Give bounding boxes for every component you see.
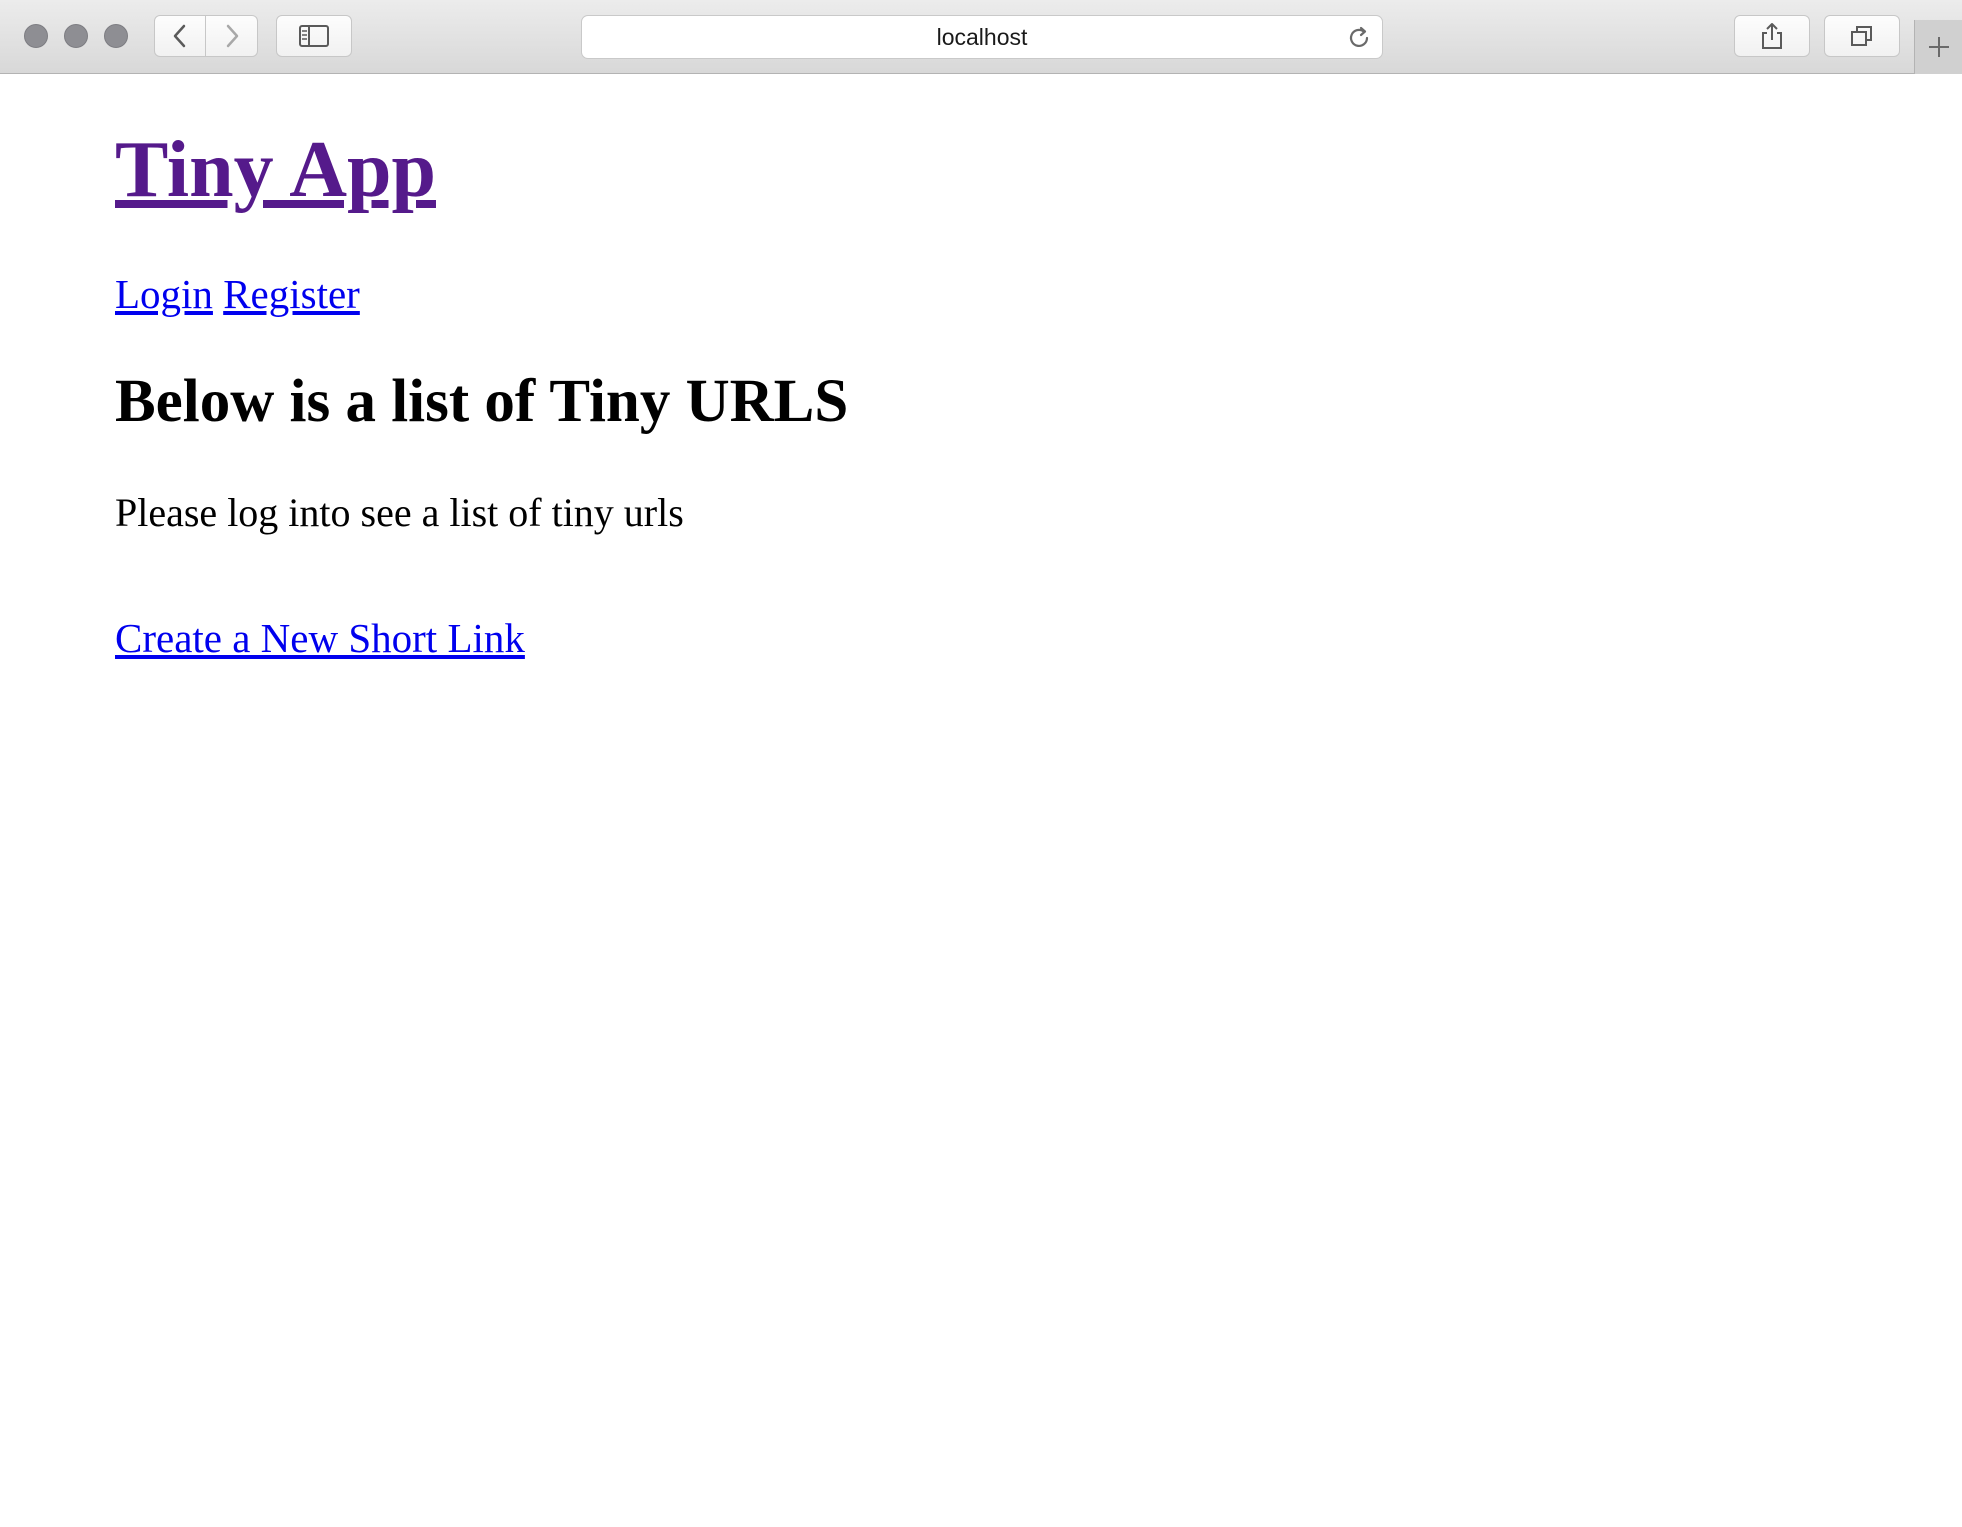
browser-toolbar: localhost	[0, 0, 1962, 74]
page-title: Tiny App	[115, 126, 436, 214]
share-icon	[1762, 23, 1782, 49]
navigation-buttons	[154, 15, 258, 57]
sidebar-toggle-button[interactable]	[276, 15, 352, 57]
minimize-window-button[interactable]	[64, 24, 88, 48]
register-link[interactable]: Register	[223, 271, 360, 317]
reload-icon[interactable]	[1346, 25, 1372, 51]
sidebar-icon	[299, 25, 329, 47]
chevron-right-icon	[226, 24, 238, 48]
login-link[interactable]: Login	[115, 271, 213, 317]
url-list-heading: Below is a list of Tiny URLS	[115, 368, 849, 435]
address-bar[interactable]: localhost	[581, 15, 1383, 59]
plus-icon	[1928, 37, 1949, 57]
home-link[interactable]: Tiny App	[115, 126, 436, 214]
back-button[interactable]	[154, 15, 206, 57]
browser-window: localhost Tiny App Login Register Below …	[0, 0, 1962, 1527]
zoom-window-button[interactable]	[104, 24, 128, 48]
create-short-link[interactable]: Create a New Short Link	[115, 614, 525, 662]
tabs-overview-icon	[1851, 26, 1872, 46]
new-tab-button[interactable]	[1914, 20, 1962, 74]
close-window-button[interactable]	[24, 24, 48, 48]
forward-button[interactable]	[206, 15, 258, 57]
address-text: localhost	[936, 23, 1028, 50]
login-notice: Please log into see a list of tiny urls	[115, 490, 684, 535]
chevron-left-icon	[173, 24, 186, 48]
share-button[interactable]	[1734, 15, 1810, 57]
auth-nav: Login Register	[115, 270, 360, 318]
tab-overview-button[interactable]	[1824, 15, 1900, 57]
